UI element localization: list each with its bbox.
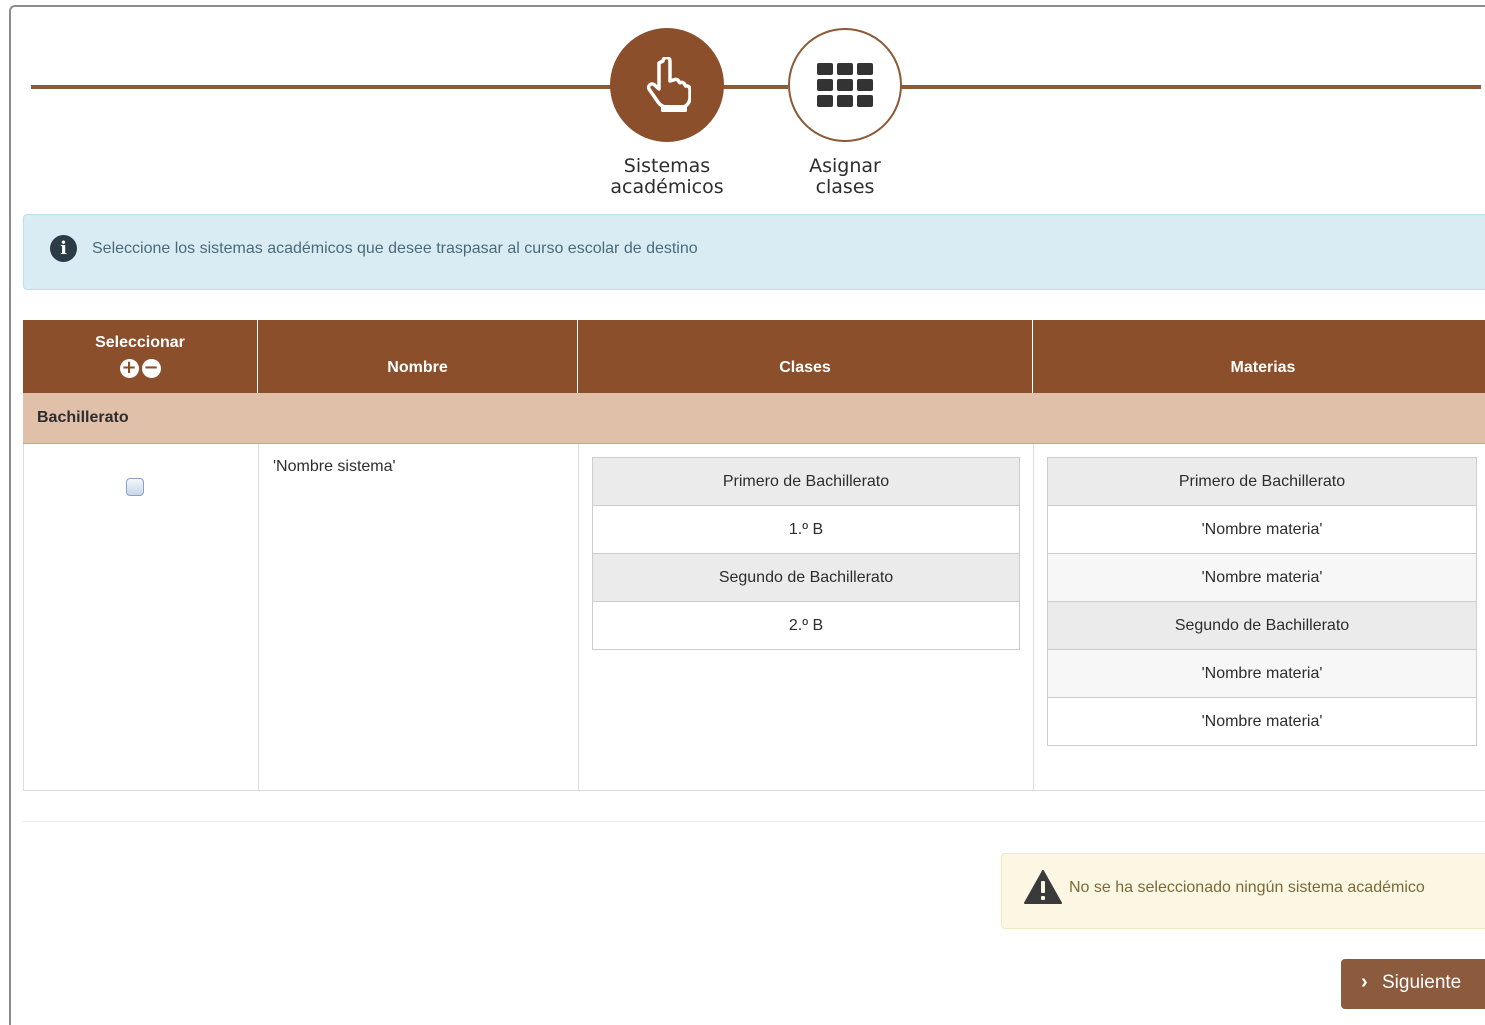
class-group-header: Segundo de Bachillerato xyxy=(593,554,1019,602)
class-item: 1.º B xyxy=(593,506,1019,554)
subject-group-header: Primero de Bachillerato xyxy=(1048,458,1476,506)
deselect-all-minus-icon[interactable]: − xyxy=(141,359,161,378)
warning-icon xyxy=(1024,870,1062,904)
group-label: Bachillerato xyxy=(37,409,129,426)
subject-item: 'Nombre materia' xyxy=(1048,650,1476,698)
info-text: Seleccione los sistemas académicos que d… xyxy=(92,240,698,257)
grid-icon xyxy=(817,63,873,107)
header-classes: Clases xyxy=(578,320,1033,393)
step-sistemas-academicos[interactable] xyxy=(610,28,724,142)
header-select: Seleccionar + − xyxy=(23,320,258,393)
next-button[interactable]: › Siguiente xyxy=(1341,959,1485,1009)
system-name: 'Nombre sistema' xyxy=(273,458,396,475)
class-item: 2.º B xyxy=(593,602,1019,650)
stepper-line xyxy=(31,85,611,89)
classes-subtable: Primero de Bachillerato 1.º B Segundo de B… xyxy=(592,457,1020,650)
select-system-checkbox[interactable] xyxy=(126,478,144,496)
subject-item: 'Nombre materia' xyxy=(1048,506,1476,554)
subject-group-header: Segundo de Bachillerato xyxy=(1048,602,1476,650)
divider xyxy=(23,821,1485,822)
subjects-subtable: Primero de Bachillerato 'Nombre materia' '… xyxy=(1047,457,1477,746)
stepper-line xyxy=(900,85,1481,89)
table-header: Seleccionar + − Nombre Clases Materias xyxy=(23,320,1485,393)
class-group-header: Primero de Bachillerato xyxy=(593,458,1019,506)
step-asignar-clases[interactable] xyxy=(788,28,902,142)
select-all-plus-icon[interactable]: + xyxy=(119,359,139,378)
subject-item: 'Nombre materia' xyxy=(1048,698,1476,746)
info-icon: i xyxy=(50,235,77,262)
chevron-right-icon: › xyxy=(1361,971,1368,993)
warning-text: No se ha seleccionado ningún sistema aca… xyxy=(1069,879,1425,896)
header-subjects: Materias xyxy=(1230,359,1296,376)
hand-pointer-icon xyxy=(646,57,691,112)
table-row: 'Nombre sistema' Primero de Bachillerato… xyxy=(23,444,1485,791)
step-label-asignar: Asignar clases xyxy=(809,155,881,198)
header-name: Nombre xyxy=(258,320,578,393)
step-label-sistemas: Sistemas académicos xyxy=(610,155,724,198)
stepper-line xyxy=(722,85,788,89)
group-row-bachillerato: Bachillerato xyxy=(23,393,1485,444)
subject-item: 'Nombre materia' xyxy=(1048,554,1476,602)
